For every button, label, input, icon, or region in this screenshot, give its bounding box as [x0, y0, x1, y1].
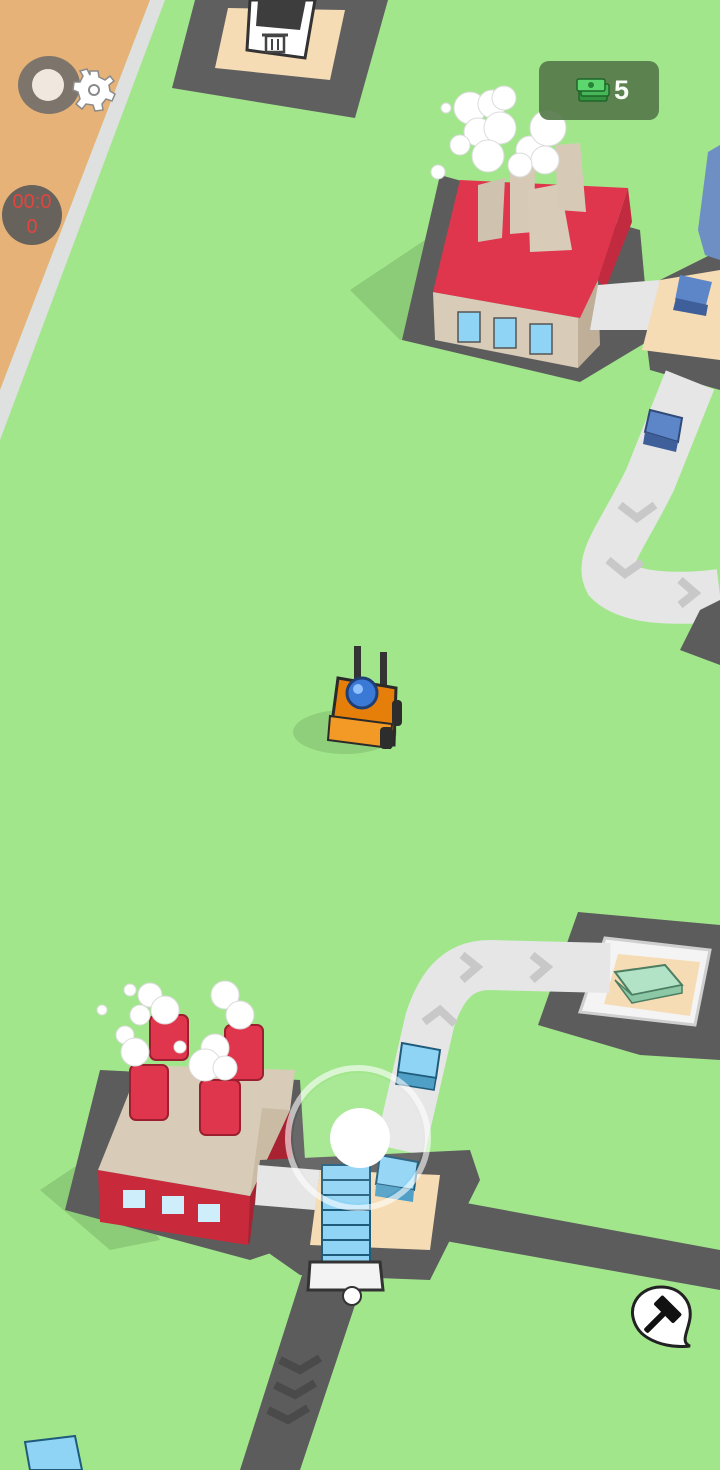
money-value: 5: [613, 75, 629, 105]
timer-text: 00:00: [12, 191, 52, 238]
virtual-joystick[interactable]: [285, 1065, 431, 1211]
gear-icon[interactable]: [72, 68, 116, 112]
money-counter: 5: [539, 61, 659, 120]
trash-bin-platform[interactable]: [172, 0, 388, 118]
timer-display: 00:00: [2, 185, 62, 245]
forklift-player[interactable]: [293, 646, 402, 754]
game-world: [0, 0, 720, 1470]
hammer-icon[interactable]: [628, 1284, 694, 1348]
toggle-switch[interactable]: [18, 56, 80, 114]
conveyor-belt-top: [581, 370, 720, 624]
toggle-switch-icon: [32, 69, 64, 101]
factory-top[interactable]: [350, 85, 650, 382]
glass-pane-bottom-left: [23, 1434, 84, 1470]
cash-stack-icon: [576, 78, 610, 102]
